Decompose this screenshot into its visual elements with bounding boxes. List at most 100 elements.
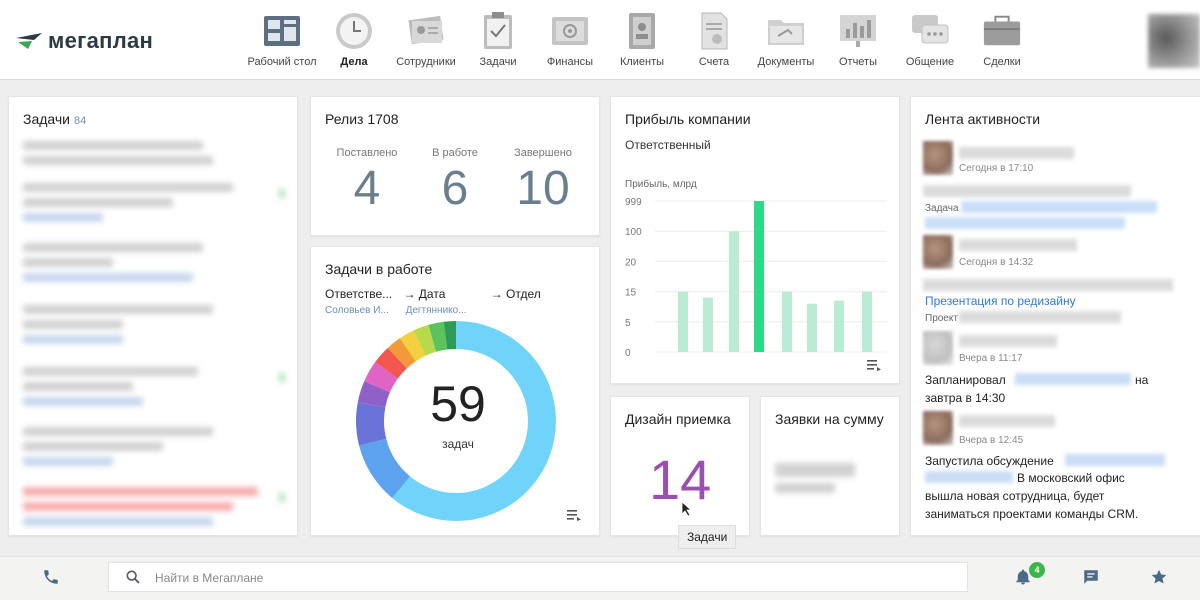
sum-requests-widget[interactable]: Заявки на сумму [760, 396, 900, 536]
feed-time: Сегодня в 17:10 [959, 163, 1034, 174]
feed-planned-text: Запланировал [925, 373, 1006, 387]
profit-ylabel: Прибыль, млрд [625, 179, 697, 190]
grouping-values: Соловьев И... Дегтяннико... [325, 305, 467, 316]
feed-task-link-blurred-2[interactable] [925, 217, 1125, 229]
tasks-title: Задачи [23, 111, 71, 127]
profit-subtitle[interactable]: Ответственный [625, 138, 711, 152]
feed-time: Сегодня в 14:32 [959, 257, 1034, 268]
stat-in-work[interactable]: В работе 6 [419, 147, 491, 216]
profit-widget: Прибыль компании Ответственный Прибыль, … [610, 96, 900, 384]
nav-item-tasks[interactable]: Задачи [462, 10, 534, 68]
stat-done[interactable]: Завершено 10 [507, 147, 579, 216]
profit-bar[interactable] [782, 291, 792, 352]
feed-author-blurred [959, 415, 1055, 427]
feed-discussion-link-blurred[interactable] [1065, 454, 1165, 466]
list-menu-icon[interactable] [867, 359, 881, 371]
feed-discussion-text-2: В московский офис [1017, 471, 1125, 485]
folder-icon [766, 10, 806, 52]
list-item[interactable] [23, 367, 291, 412]
nav-item-employees[interactable]: Сотрудники [390, 10, 462, 68]
y-tick-label: 15 [625, 288, 637, 299]
presentation-link[interactable]: Презентация по редизайну [925, 294, 1076, 308]
stat-label: Поставлено [336, 147, 398, 159]
donut-total: 59 [430, 376, 486, 432]
nav-label: Счета [698, 56, 730, 68]
stat-set[interactable]: Поставлено 4 [331, 147, 403, 216]
phone-icon[interactable] [42, 568, 60, 586]
nav-item-affairs[interactable]: Дела [318, 10, 390, 68]
stat-label: Завершено [514, 147, 572, 159]
nav-label: Сотрудники [396, 56, 456, 68]
megaplan-logo[interactable]: мегаплан [14, 28, 153, 54]
avatar[interactable] [923, 411, 953, 445]
feed-task-prefix: Задача [925, 203, 959, 214]
nav-label: Сделки [983, 56, 1021, 68]
list-item[interactable] [23, 305, 291, 350]
tasks-in-work-widget: Задачи в работе Ответстве... → Дата → От… [310, 246, 600, 536]
clock-icon [334, 10, 374, 52]
profit-bar[interactable] [703, 297, 713, 352]
nav-item-finance[interactable]: Финансы [534, 10, 606, 68]
list-item[interactable] [23, 183, 291, 228]
nav-item-desktop[interactable]: Рабочий стол [246, 10, 318, 68]
feed-project-prefix: Проект [925, 313, 958, 324]
profit-bar[interactable] [862, 291, 872, 352]
avatar[interactable] [923, 235, 953, 269]
profit-bar-chart[interactable]: 999 100 20 15 5 0 [619, 191, 891, 361]
group-department[interactable]: → Отдел [491, 287, 541, 301]
profit-bar[interactable] [834, 300, 844, 352]
briefcase-icon [982, 10, 1022, 52]
stat-label: В работе [432, 147, 478, 159]
list-item[interactable] [23, 243, 291, 288]
user-avatar[interactable] [1148, 14, 1200, 68]
release-widget: Релиз 1708 Поставлено 4 В работе 6 Заверше… [310, 96, 600, 236]
feed-discussion-text-4: заниматься проектами команды CRM. [925, 507, 1139, 521]
search-placeholder: Найти в Мегаплане [155, 571, 264, 585]
nav-item-invoices[interactable]: Счета [678, 10, 750, 68]
list-item[interactable] [23, 427, 291, 472]
chat-bubble-icon[interactable] [1082, 568, 1100, 586]
clipboard-icon [478, 10, 518, 52]
profit-bar[interactable] [678, 291, 688, 352]
avatar[interactable] [923, 331, 953, 365]
donut-unit: задач [442, 437, 474, 451]
invoice-icon [694, 10, 734, 52]
nav-label: Финансы [546, 56, 594, 68]
list-item[interactable] [23, 487, 291, 532]
nav-label: Клиенты [619, 56, 665, 68]
feed-planned-link-blurred[interactable] [1015, 373, 1131, 385]
design-acceptance-widget[interactable]: Дизайн приемка 14 [610, 396, 750, 536]
group-date[interactable]: → Дата [403, 287, 445, 301]
feed-author-blurred [959, 239, 1077, 251]
main-nav: Рабочий стол Дела Сотрудники Задачи Фина… [246, 10, 1038, 68]
nav-item-documents[interactable]: Документы [750, 10, 822, 68]
avatar[interactable] [923, 141, 953, 175]
nav-label: Отчеты [838, 56, 878, 68]
employees-icon [406, 10, 446, 52]
y-tick-label: 0 [625, 348, 631, 359]
star-icon[interactable] [1150, 568, 1168, 586]
profit-bar[interactable] [729, 231, 739, 352]
profit-bar[interactable] [754, 201, 764, 352]
y-tick-label: 5 [625, 318, 631, 329]
profit-title: Прибыль компании [625, 111, 751, 127]
list-menu-icon[interactable] [567, 509, 581, 521]
safe-icon [550, 10, 590, 52]
feed-planned-text-2: на [1135, 373, 1149, 387]
nav-item-clients[interactable]: Клиенты [606, 10, 678, 68]
notification-badge: 4 [1029, 562, 1045, 578]
feed-time: Вчера в 12:45 [959, 435, 1024, 446]
nav-item-communication[interactable]: Общение [894, 10, 966, 68]
nav-label: Рабочий стол [247, 56, 317, 68]
top-header: мегаплан Рабочий стол Дела Сотрудники За… [0, 0, 1200, 80]
nav-item-reports[interactable]: Отчеты [822, 10, 894, 68]
list-item[interactable] [23, 141, 291, 171]
feed-task-link-blurred[interactable] [961, 201, 1157, 213]
profit-bar[interactable] [807, 303, 817, 352]
nav-item-deals[interactable]: Сделки [966, 10, 1038, 68]
feed-project-blurred [959, 311, 1121, 323]
feed-discussion-link-blurred-2[interactable] [925, 471, 1013, 483]
search-bar[interactable]: Найти в Мегаплане [108, 562, 968, 592]
nav-label: Дела [340, 56, 368, 68]
group-responsible[interactable]: Ответстве... [325, 287, 392, 301]
